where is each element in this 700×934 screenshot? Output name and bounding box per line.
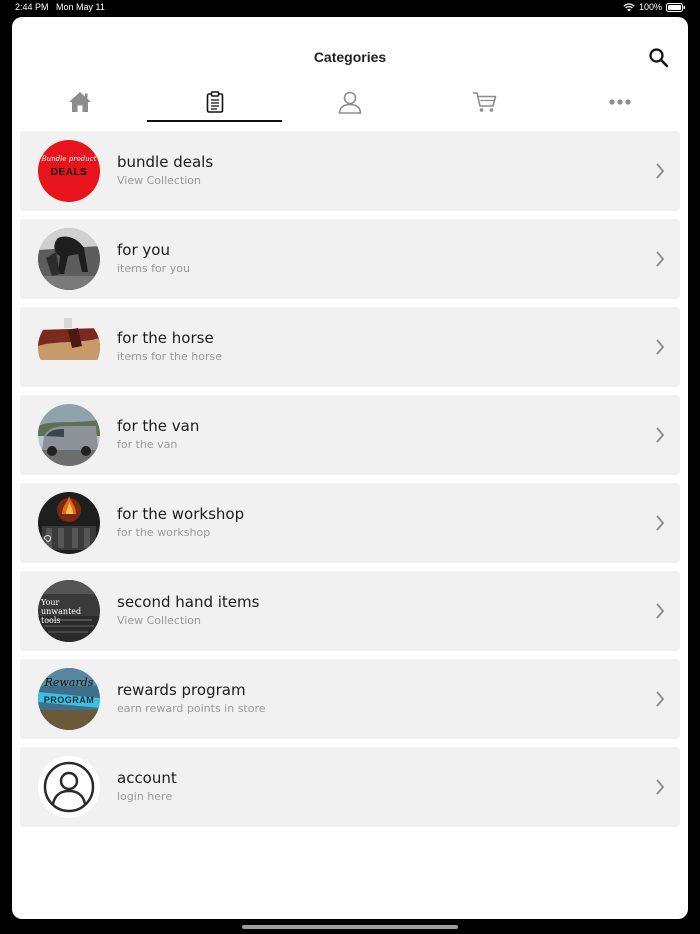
bundle-deals-thumbnail: Bundle product DEALS	[38, 140, 100, 202]
active-tab-indicator	[147, 120, 282, 122]
search-icon	[649, 48, 669, 68]
category-title: for the workshop	[117, 505, 245, 523]
battery-icon	[666, 2, 685, 12]
chevron-right-icon	[656, 163, 665, 179]
battery-percent: 100%	[638, 2, 662, 12]
category-for-the-horse[interactable]: for the horse items for the horse	[20, 307, 680, 387]
page-title: Categories	[313, 49, 387, 65]
category-subtitle: for the van	[117, 438, 178, 451]
category-subtitle: login here	[117, 790, 173, 803]
chevron-right-icon	[656, 339, 665, 355]
chevron-right-icon	[656, 691, 665, 707]
search-button[interactable]	[648, 47, 670, 69]
rewards-program-thumbnail: Rewards PROGRAM	[38, 668, 100, 730]
category-for-you[interactable]: for you items for you	[20, 219, 680, 299]
cart-icon	[472, 92, 496, 112]
user-icon	[338, 91, 361, 114]
chevron-right-icon	[656, 427, 665, 443]
category-title: for the horse	[117, 329, 214, 347]
tab-more[interactable]	[552, 83, 687, 121]
category-subtitle: View Collection	[117, 174, 202, 187]
status-bar: 2:44 PM Mon May 11 100%	[0, 0, 700, 16]
rewards-thumb-script: Rewards	[44, 676, 94, 689]
category-list: Bundle product DEALS bundle deals View C…	[20, 131, 680, 835]
tab-home[interactable]	[12, 83, 147, 121]
category-title: for the van	[117, 417, 200, 435]
category-account[interactable]: account login here	[20, 747, 680, 827]
wifi-icon	[623, 2, 635, 11]
category-subtitle: items for the horse	[117, 350, 222, 363]
status-date: Mon May 11	[56, 2, 105, 12]
chevron-right-icon	[656, 603, 665, 619]
tab-account[interactable]	[282, 83, 417, 121]
second-hand-items-thumbnail: Your unwanted tools	[38, 580, 100, 642]
clipboard-icon	[206, 91, 223, 113]
category-subtitle: earn reward points in store	[117, 702, 266, 715]
category-title: second hand items	[117, 593, 260, 611]
for-the-horse-thumbnail	[38, 316, 100, 378]
category-for-the-van[interactable]: for the van for the van	[20, 395, 680, 475]
category-title: bundle deals	[117, 153, 214, 171]
category-rewards-program[interactable]: Rewards PROGRAM rewards program earn rew…	[20, 659, 680, 739]
chevron-right-icon	[656, 515, 665, 531]
categories-sheet: Categories Bundle product DEALS bundle d…	[12, 17, 688, 919]
account-thumbnail	[38, 756, 100, 818]
chevron-right-icon	[656, 251, 665, 267]
bundle-deals-thumb-label: DEALS	[50, 167, 88, 178]
second-hand-thumb-label: Your unwanted tools	[41, 598, 82, 625]
tab-cart[interactable]	[417, 83, 552, 121]
home-indicator[interactable]	[242, 925, 458, 929]
category-bundle-deals[interactable]: Bundle product DEALS bundle deals View C…	[20, 131, 680, 211]
account-circle-icon	[38, 756, 100, 818]
home-icon	[68, 92, 91, 112]
category-title: account	[117, 769, 177, 787]
chevron-right-icon	[656, 779, 665, 795]
tab-bar	[12, 83, 688, 123]
category-for-the-workshop[interactable]: for the workshop for the workshop	[20, 483, 680, 563]
status-time: 2:44 PM	[15, 2, 49, 12]
category-subtitle: items for you	[117, 262, 190, 275]
category-second-hand-items[interactable]: Your unwanted tools second hand items Vi…	[20, 571, 680, 651]
category-subtitle: for the workshop	[117, 526, 211, 539]
for-the-van-thumbnail	[38, 404, 100, 466]
category-title: rewards program	[117, 681, 246, 699]
tab-categories[interactable]	[147, 83, 282, 121]
bundle-deals-thumb-script: Bundle product	[41, 155, 97, 163]
for-the-workshop-thumbnail	[38, 492, 100, 554]
category-subtitle: View Collection	[117, 614, 202, 627]
for-you-thumbnail	[38, 228, 100, 290]
more-icon	[608, 99, 631, 105]
rewards-thumb-label: PROGRAM	[43, 695, 95, 705]
category-title: for you	[117, 241, 170, 259]
status-indicators: 100%	[623, 2, 686, 12]
